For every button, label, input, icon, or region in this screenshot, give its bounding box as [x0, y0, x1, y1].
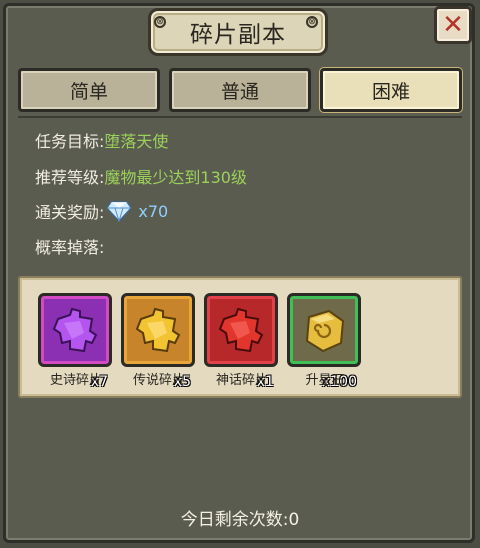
clear-reward-row: 通关奖励: x70: [35, 199, 168, 223]
drop-item[interactable]: x100 升星石: [287, 293, 363, 393]
remaining-attempts: 今日剩余次数:0: [180, 510, 300, 530]
screw-icon: ⊗: [306, 16, 318, 28]
close-icon: ✕: [442, 10, 464, 40]
tab-normal[interactable]: 普通: [169, 68, 311, 112]
item-name: 神话碎片: [215, 373, 268, 388]
mission-target-label: 任务目标:: [35, 132, 105, 151]
divider: [18, 116, 462, 118]
drop-item[interactable]: x1 神话碎片: [204, 293, 280, 393]
drop-chance-label: 概率掉落:: [35, 238, 105, 257]
screw-icon: ⊗: [154, 16, 166, 28]
mission-target-row: 任务目标: 堕落天使: [35, 128, 168, 152]
star-stone-icon: [305, 309, 345, 353]
purple-puzzle-fragment-icon: [52, 307, 98, 353]
item-slot: [287, 293, 361, 367]
tab-easy[interactable]: 简单: [18, 68, 160, 112]
drop-item[interactable]: x7 史诗碎片: [38, 293, 114, 393]
drop-item[interactable]: x5 传说碎片: [121, 293, 197, 393]
clear-reward-value: x70: [138, 201, 169, 221]
recommended-level-value: 魔物最少达到130级: [104, 168, 247, 187]
drop-chance-row: 概率掉落:: [35, 234, 104, 258]
item-slot: [204, 293, 278, 367]
item-name: 传说碎片: [132, 373, 185, 388]
item-slot: [121, 293, 195, 367]
drop-items-strip: x7 史诗碎片 x5 传说碎片 x1 神话碎片 x100 升星石: [18, 276, 462, 398]
recommended-level-row: 推荐等级: 魔物最少达到130级: [35, 164, 247, 188]
red-puzzle-fragment-icon: [218, 307, 264, 353]
gold-puzzle-fragment-icon: [135, 307, 181, 353]
tab-hard[interactable]: 困难: [320, 68, 462, 112]
mission-target-value: 堕落天使: [104, 132, 169, 151]
difficulty-tabs: 简单 普通 困难: [18, 68, 462, 114]
title-plate: 碎片副本: [148, 8, 328, 56]
close-button[interactable]: ✕: [434, 6, 472, 44]
diamond-icon: [106, 201, 133, 222]
item-name: 升星石: [305, 373, 345, 388]
item-name: 史诗碎片: [49, 373, 102, 388]
item-slot: [38, 293, 112, 367]
recommended-level-label: 推荐等级:: [35, 168, 105, 187]
clear-reward-label: 通关奖励:: [35, 203, 105, 222]
page-title: 碎片副本: [190, 22, 286, 48]
